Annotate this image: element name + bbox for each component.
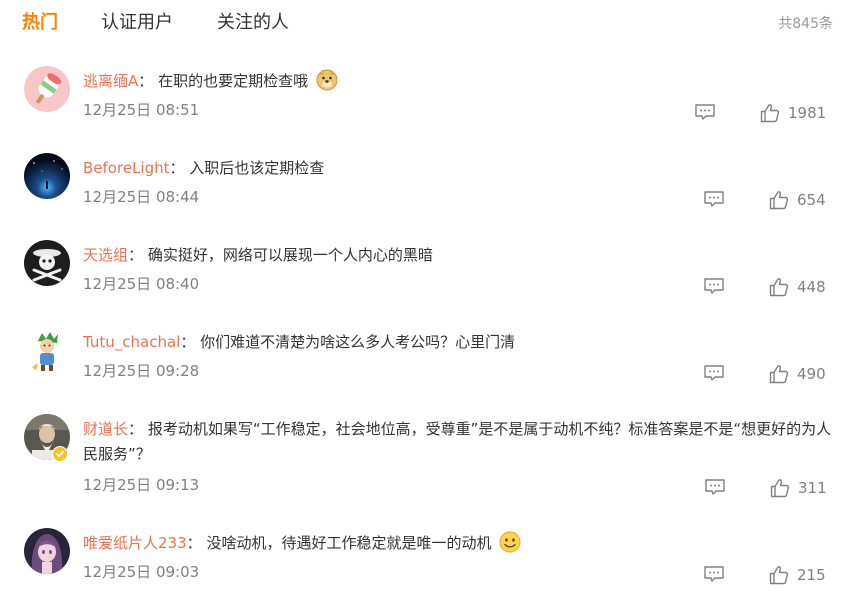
comment-text: 财道长： 报考动机如果写“工作稳定，社会地位高，受尊重”是不是属于动机不纯？标准… <box>83 417 835 467</box>
comment-content: 确实挺好，网络可以展现一个人内心的黑暗 <box>147 246 433 264</box>
doge-emoji-icon <box>316 69 338 91</box>
popsicle-avatar[interactable] <box>24 66 70 112</box>
comment-timestamp: 12月25日 08:51 <box>83 101 200 119</box>
comment-content: 你们难道不清楚为啥这么多人考公吗？心里门清 <box>200 333 516 351</box>
comment-content: 入职后也该定期检查 <box>189 159 325 177</box>
thumbs-up-icon <box>769 278 789 297</box>
thumbs-up-icon <box>770 479 790 498</box>
reply-icon[interactable] <box>694 103 716 121</box>
comment-text: BeforeLight： 入职后也该定期检查 <box>83 156 835 181</box>
like-button[interactable]: 311 <box>770 477 827 499</box>
anime-girl-avatar[interactable] <box>24 528 70 574</box>
comment-separator: ： <box>186 534 202 552</box>
comment-text: 逃离缅A： 在职的也要定期检查哦 <box>83 69 835 94</box>
like-count: 1981 <box>788 104 827 122</box>
verified-badge-icon <box>52 446 68 462</box>
like-button[interactable]: 654 <box>769 189 826 211</box>
reply-icon[interactable] <box>703 190 725 208</box>
thumbs-up-icon <box>769 365 789 384</box>
comment-text: Tutu_chachal： 你们难道不清楚为啥这么多人考公吗？心里门清 <box>83 330 835 355</box>
like-count: 448 <box>797 278 826 296</box>
comment-timestamp: 12月25日 09:28 <box>83 362 200 380</box>
comment-username[interactable]: 逃离缅A <box>83 72 138 90</box>
comment-content: 报考动机如果写“工作稳定，社会地位高，受尊重”是不是属于动机不纯？标准答案是不是… <box>83 420 832 463</box>
night-sky-avatar[interactable] <box>24 153 70 199</box>
tab-verified-users[interactable]: 认证用户 <box>101 11 173 35</box>
thumbs-up-icon <box>769 566 789 585</box>
smile-emoji-icon <box>499 531 521 553</box>
reply-icon[interactable] <box>704 478 726 496</box>
reply-icon[interactable] <box>703 364 725 382</box>
like-button[interactable]: 490 <box>769 363 826 385</box>
comment-username[interactable]: Tutu_chachal <box>83 333 180 351</box>
like-button[interactable]: 215 <box>769 564 826 586</box>
comment-username[interactable]: 唯爱纸片人233 <box>83 534 187 552</box>
comment-username[interactable]: 天选组 <box>83 246 128 264</box>
comment-text: 天选组： 确实挺好，网络可以展现一个人内心的黑暗 <box>83 243 835 268</box>
comment-tabs: 热门 认证用户 关注的人 共845条 <box>0 0 855 46</box>
like-count: 215 <box>797 566 826 584</box>
total-comment-count: 共845条 <box>778 16 833 32</box>
comment-username[interactable]: BeforeLight <box>83 159 169 177</box>
tab-hot[interactable]: 热门 <box>22 11 58 35</box>
comment-timestamp: 12月25日 09:03 <box>83 563 200 581</box>
like-button[interactable]: 448 <box>769 276 826 298</box>
reply-icon[interactable] <box>703 277 725 295</box>
comment-separator: ： <box>180 333 196 351</box>
comment-content: 在职的也要定期检查哦 <box>158 72 309 90</box>
comment-separator: ： <box>138 72 154 90</box>
thumbs-up-icon <box>760 104 780 123</box>
like-count: 490 <box>797 365 826 383</box>
like-button[interactable]: 1981 <box>760 102 826 124</box>
comment-separator: ： <box>169 159 185 177</box>
comment-timestamp: 12月25日 08:40 <box>83 275 200 293</box>
comment-timestamp: 12月25日 08:44 <box>83 188 200 206</box>
thumbs-up-icon <box>769 191 789 210</box>
like-count: 654 <box>797 191 826 209</box>
skull-flag-avatar[interactable] <box>24 240 70 286</box>
comment-content: 没啥动机，待遇好工作稳定就是唯一的动机 <box>206 534 492 552</box>
like-count: 311 <box>798 479 827 497</box>
comment-separator: ： <box>128 420 144 438</box>
comment-username[interactable]: 财道长 <box>83 420 128 438</box>
comment-text: 唯爱纸片人233： 没啥动机，待遇好工作稳定就是唯一的动机 <box>83 531 835 556</box>
comment-separator: ： <box>128 246 144 264</box>
cartoon-character-avatar[interactable] <box>24 327 70 373</box>
tab-following[interactable]: 关注的人 <box>217 11 289 35</box>
comment-timestamp: 12月25日 09:13 <box>83 476 200 494</box>
reply-icon[interactable] <box>703 565 725 583</box>
